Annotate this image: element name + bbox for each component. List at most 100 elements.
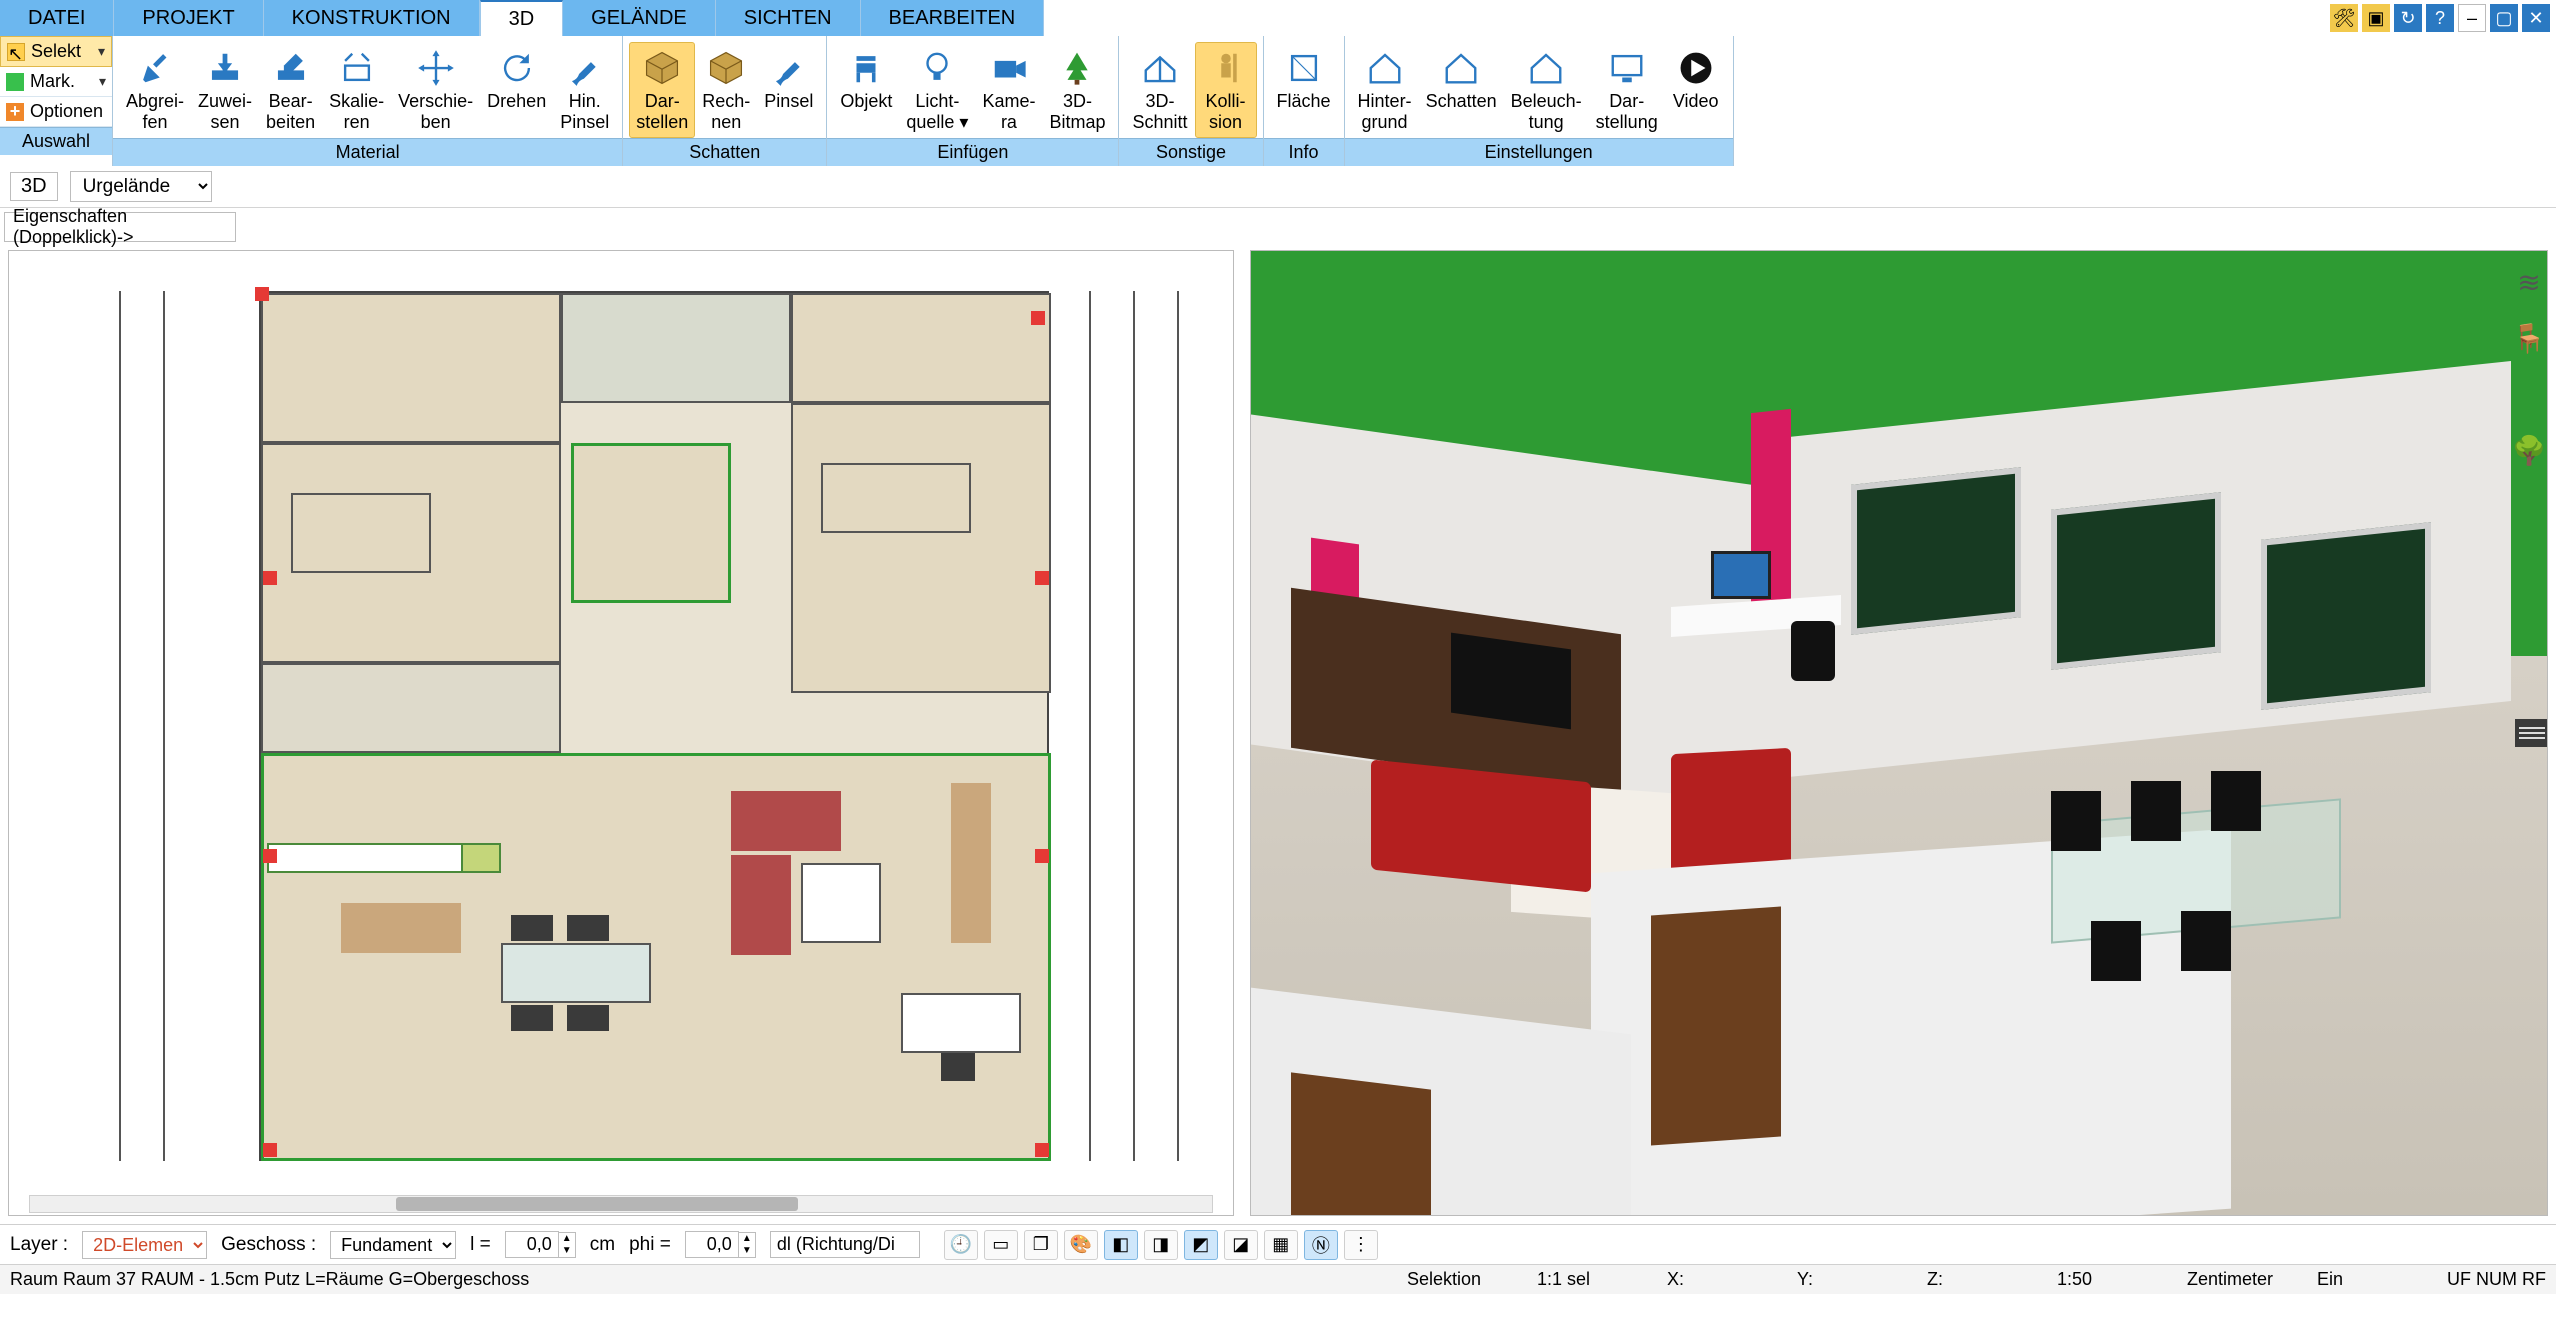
phi-input[interactable]: ▲▼ bbox=[685, 1231, 756, 1258]
camera-icon bbox=[988, 47, 1030, 89]
pane-3d[interactable] bbox=[1250, 250, 2548, 1216]
grid-icon[interactable]: ▦ bbox=[1264, 1230, 1298, 1260]
floorplan-canvas[interactable] bbox=[9, 251, 1233, 1215]
layer4-icon[interactable]: ◪ bbox=[1224, 1230, 1258, 1260]
ribbon-btn-lichtquelle[interactable]: Licht-quelle ▾ bbox=[899, 42, 975, 138]
refresh-icon[interactable]: ↻ bbox=[2394, 4, 2422, 32]
tool-mark[interactable]: Mark.▾ bbox=[0, 67, 112, 97]
ribbon-btn-pinsel[interactable]: Pinsel bbox=[757, 42, 820, 138]
ribbon-btn-rechnen[interactable]: Rech-nen bbox=[695, 42, 757, 138]
layer3-icon[interactable]: ◩ bbox=[1184, 1230, 1218, 1260]
more-icon[interactable]: ⋮ bbox=[1344, 1230, 1378, 1260]
ribbon-btn-hintergrund[interactable]: Hinter-grund bbox=[1351, 42, 1419, 138]
close-icon[interactable]: ✕ bbox=[2522, 4, 2550, 32]
move-icon bbox=[415, 47, 457, 89]
color-palette-icon[interactable] bbox=[2509, 374, 2549, 414]
stack-icon[interactable]: ❐ bbox=[1024, 1230, 1058, 1260]
ribbon-btn-darstellung[interactable]: Dar-stellung bbox=[1589, 42, 1665, 138]
chair-tool-icon[interactable]: 🪑 bbox=[2509, 318, 2549, 358]
tool-optionen[interactable]: + Optionen bbox=[0, 97, 112, 127]
ribbon-btn-bitmap3d[interactable]: 3D-Bitmap bbox=[1042, 42, 1112, 138]
ribbon-btn-verschieben[interactable]: Verschie-ben bbox=[391, 42, 480, 138]
status-scale: 1:50 bbox=[2057, 1269, 2147, 1290]
tree-tool-icon[interactable]: 🌳 bbox=[2509, 430, 2549, 470]
ribbon-btn-kollision[interactable]: Kolli-sion bbox=[1195, 42, 1257, 138]
maximize-icon[interactable]: ▢ bbox=[2490, 4, 2518, 32]
properties-strip[interactable]: Eigenschaften (Doppelklick)-> bbox=[4, 212, 236, 242]
ribbon-btn-skalieren[interactable]: Skalie-ren bbox=[322, 42, 391, 138]
clock-icon[interactable]: 🕘 bbox=[944, 1230, 978, 1260]
ribbon-group-info: FlächeInfo bbox=[1264, 36, 1345, 166]
person-icon bbox=[1205, 47, 1247, 89]
ribbon-btn-abgreifen[interactable]: Abgrei-fen bbox=[119, 42, 191, 138]
ribbon-group-einstellungen: Hinter-grundSchattenBeleuch-tungDar-stel… bbox=[1345, 36, 1734, 166]
ribbon-btn-schatten2[interactable]: Schatten bbox=[1419, 42, 1504, 138]
layers-icon[interactable]: ≋ bbox=[2509, 262, 2549, 302]
minimize-icon[interactable]: – bbox=[2458, 4, 2486, 32]
view3d-canvas[interactable] bbox=[1251, 251, 2547, 1215]
ribbon-btn-hinpinsel[interactable]: Hin.Pinsel bbox=[553, 42, 616, 138]
ribbon-group-sonstige: 3D-SchnittKolli-sionSonstige bbox=[1119, 36, 1263, 166]
right-tool-column: ≋ 🪑 🌳 bbox=[2506, 262, 2552, 470]
tab-konstruktion[interactable]: KONSTRUKTION bbox=[264, 0, 480, 36]
monitor-icon bbox=[1606, 47, 1648, 89]
ribbon-btn-kamera[interactable]: Kame-ra bbox=[975, 42, 1042, 138]
north-icon[interactable]: Ⓝ bbox=[1304, 1230, 1338, 1260]
screen-icon[interactable]: ▭ bbox=[984, 1230, 1018, 1260]
pane-2d[interactable] bbox=[8, 250, 1234, 1216]
ribbon-btn-darstellen[interactable]: Dar-stellen bbox=[629, 42, 695, 138]
ribbon-btn-beleuchtung[interactable]: Beleuch-tung bbox=[1504, 42, 1589, 138]
add-brush-icon bbox=[564, 47, 606, 89]
help-icon[interactable]: ? bbox=[2426, 4, 2454, 32]
tab-gelaende[interactable]: GELÄNDE bbox=[563, 0, 716, 36]
layer-select[interactable]: 2D-Elemen bbox=[82, 1231, 207, 1259]
terrain-select[interactable]: Urgelände bbox=[70, 171, 212, 202]
view-mode-chip[interactable]: 3D bbox=[10, 172, 58, 201]
rotate-icon bbox=[496, 47, 538, 89]
scale-icon bbox=[336, 47, 378, 89]
edit-icon bbox=[270, 47, 312, 89]
ribbon-btn-flaeche[interactable]: Fläche bbox=[1270, 42, 1338, 138]
status-bar: Raum Raum 37 RAUM - 1.5cm Putz L=Räume G… bbox=[0, 1264, 2556, 1294]
status-ein: Ein bbox=[2317, 1269, 2407, 1290]
status-selcount: 1:1 sel bbox=[1537, 1269, 1627, 1290]
geschoss-select[interactable]: Fundament bbox=[330, 1231, 456, 1259]
status-left: Raum Raum 37 RAUM - 1.5cm Putz L=Räume G… bbox=[10, 1269, 1367, 1290]
tree-icon bbox=[1056, 47, 1098, 89]
tab-3d[interactable]: 3D bbox=[480, 0, 564, 36]
ribbon-btn-objekt[interactable]: Objekt bbox=[833, 42, 899, 138]
ribbon-btn-bearbeiten[interactable]: Bear-beiten bbox=[259, 42, 322, 138]
tab-bearbeiten[interactable]: BEARBEITEN bbox=[861, 0, 1045, 36]
status-unit: Zentimeter bbox=[2187, 1269, 2277, 1290]
ribbon-btn-drehen[interactable]: Drehen bbox=[480, 42, 553, 138]
plus-icon: + bbox=[6, 103, 24, 121]
layer2-icon[interactable]: ◨ bbox=[1144, 1230, 1178, 1260]
palette-icon[interactable]: 🎨 bbox=[1064, 1230, 1098, 1260]
window-icon[interactable]: ▣ bbox=[2362, 4, 2390, 32]
tools-icon[interactable]: 🛠 bbox=[2330, 4, 2358, 32]
ribbon-btn-zuweisen[interactable]: Zuwei-sen bbox=[191, 42, 259, 138]
length-unit: cm bbox=[590, 1234, 615, 1256]
chair-icon bbox=[845, 47, 887, 89]
ribbon-btn-schnitt3d[interactable]: 3D-Schnitt bbox=[1125, 42, 1194, 138]
hscrollbar-2d[interactable] bbox=[29, 1195, 1213, 1213]
brush-icon bbox=[768, 47, 810, 89]
pane-resize-handle[interactable] bbox=[2515, 719, 2548, 747]
ribbon-group-label-sonstige: Sonstige bbox=[1119, 138, 1262, 166]
ribbon-group-label-material: Material bbox=[113, 138, 622, 166]
area-icon bbox=[1283, 47, 1325, 89]
length-input[interactable]: ▲▼ bbox=[505, 1231, 576, 1258]
tab-datei[interactable]: DATEI bbox=[0, 0, 114, 36]
tab-projekt[interactable]: PROJEKT bbox=[114, 0, 263, 36]
view-subbar: 3D Urgelände bbox=[0, 166, 2556, 208]
tool-selekt[interactable]: ↖ Selekt▾ bbox=[0, 36, 112, 67]
bottom-icon-group: 🕘 ▭ ❐ 🎨 ◧ ◨ ◩ ◪ ▦ Ⓝ ⋮ bbox=[944, 1230, 1378, 1260]
cube-icon bbox=[641, 47, 683, 89]
status-selektion: Selektion bbox=[1407, 1269, 1497, 1290]
ribbon-btn-video[interactable]: Video bbox=[1665, 42, 1727, 138]
dl-input[interactable] bbox=[770, 1231, 920, 1258]
layer1-icon[interactable]: ◧ bbox=[1104, 1230, 1138, 1260]
check-icon bbox=[6, 73, 24, 91]
ribbon-group-schatten: Dar-stellenRech-nenPinselSchatten bbox=[623, 36, 827, 166]
tab-sichten[interactable]: SICHTEN bbox=[716, 0, 861, 36]
